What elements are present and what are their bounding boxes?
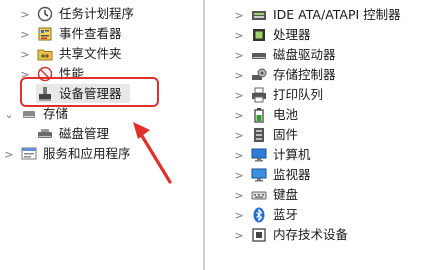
event-viewer-icon (37, 26, 53, 42)
tree-item-label: 存储 (43, 106, 69, 121)
device-category-disk-drives[interactable]: > 磁盘驱动器 (234, 45, 336, 65)
device-category-keyboards[interactable]: > 键盘 (234, 185, 298, 205)
device-category-label: 存储控制器 (273, 67, 336, 82)
device-category-label: 磁盘驱动器 (273, 47, 336, 62)
expand-chevron-icon[interactable]: > (234, 209, 244, 222)
expand-chevron-icon[interactable]: > (234, 229, 244, 242)
device-category-memory-technology[interactable]: > 内存技术设备 (234, 225, 348, 245)
shared-folder-icon (37, 46, 53, 62)
pane-divider[interactable] (203, 0, 205, 270)
storage-controller-icon (251, 67, 267, 83)
bluetooth-icon (251, 207, 267, 223)
tree-item-shared-folders[interactable]: > 共享文件夹 (20, 44, 122, 64)
tree-item-services-apps[interactable]: > 服务和应用程序 (4, 144, 131, 164)
device-category-bluetooth[interactable]: > 蓝牙 (234, 205, 298, 225)
annotation-highlight-box (20, 77, 159, 107)
expand-chevron-icon[interactable]: > (4, 148, 14, 161)
expand-chevron-icon[interactable]: > (234, 109, 244, 122)
computer-icon (251, 147, 267, 163)
tree-item-storage[interactable]: ⌄ 存储 (4, 104, 68, 124)
device-category-label: 电池 (273, 107, 299, 122)
expand-chevron-icon[interactable]: > (234, 9, 244, 22)
tree-item-label: 任务计划程序 (59, 6, 135, 21)
tree-item-task-scheduler[interactable]: > 任务计划程序 (20, 4, 134, 24)
disk-drive-icon (251, 47, 267, 63)
firmware-icon (251, 127, 267, 143)
storage-icon (21, 106, 37, 122)
services-icon (21, 146, 37, 162)
ide-controller-icon (251, 7, 267, 23)
monitor-icon (251, 167, 267, 183)
device-category-label: 计算机 (273, 147, 311, 162)
tree-item-label: 共享文件夹 (59, 46, 122, 61)
tree-item-disk-management[interactable]: 磁盘管理 (20, 124, 109, 144)
expand-chevron-icon[interactable]: > (20, 8, 30, 21)
device-category-ide[interactable]: > IDE ATA/ATAPI 控制器 (234, 5, 401, 25)
expand-chevron-icon[interactable]: > (234, 69, 244, 82)
device-category-label: 蓝牙 (273, 207, 299, 222)
device-category-firmware[interactable]: > 固件 (234, 125, 298, 145)
expand-chevron-icon[interactable]: > (20, 28, 30, 41)
disk-management-icon (37, 126, 53, 142)
device-category-storage-controllers[interactable]: > 存储控制器 (234, 65, 336, 85)
tree-item-label: 磁盘管理 (59, 126, 110, 141)
device-category-label: IDE ATA/ATAPI 控制器 (273, 7, 401, 22)
device-category-label: 固件 (273, 127, 299, 142)
expand-chevron-icon[interactable]: > (234, 49, 244, 62)
battery-icon (251, 107, 267, 123)
tree-item-label: 服务和应用程序 (43, 146, 131, 161)
memory-device-icon (251, 227, 267, 243)
device-category-computer[interactable]: > 计算机 (234, 145, 311, 165)
tree-item-event-viewer[interactable]: > 事件查看器 (20, 24, 122, 44)
tree-item-label: 事件查看器 (59, 26, 122, 41)
device-category-batteries[interactable]: > 电池 (234, 105, 298, 125)
expand-chevron-icon[interactable]: > (234, 29, 244, 42)
device-category-label: 键盘 (273, 187, 299, 202)
device-category-print-queues[interactable]: > 打印队列 (234, 85, 323, 105)
expand-chevron-icon[interactable]: > (20, 48, 30, 61)
expand-chevron-icon[interactable]: > (234, 129, 244, 142)
collapse-chevron-icon[interactable]: ⌄ (4, 108, 14, 121)
device-category-processor[interactable]: > 处理器 (234, 25, 311, 45)
expand-chevron-icon[interactable]: > (234, 89, 244, 102)
device-category-label: 打印队列 (273, 87, 324, 102)
processor-icon (251, 27, 267, 43)
expand-chevron-icon[interactable]: > (234, 169, 244, 182)
annotation-arrow (133, 122, 172, 184)
clock-icon (37, 6, 53, 22)
expand-chevron-icon[interactable]: > (234, 189, 244, 202)
expand-chevron-icon[interactable]: > (234, 149, 244, 162)
device-category-monitors[interactable]: > 监视器 (234, 165, 311, 185)
device-category-label: 处理器 (273, 27, 311, 42)
device-category-label: 监视器 (273, 167, 311, 182)
printer-icon (251, 87, 267, 103)
keyboard-icon (251, 187, 267, 203)
device-category-label: 内存技术设备 (273, 227, 349, 242)
